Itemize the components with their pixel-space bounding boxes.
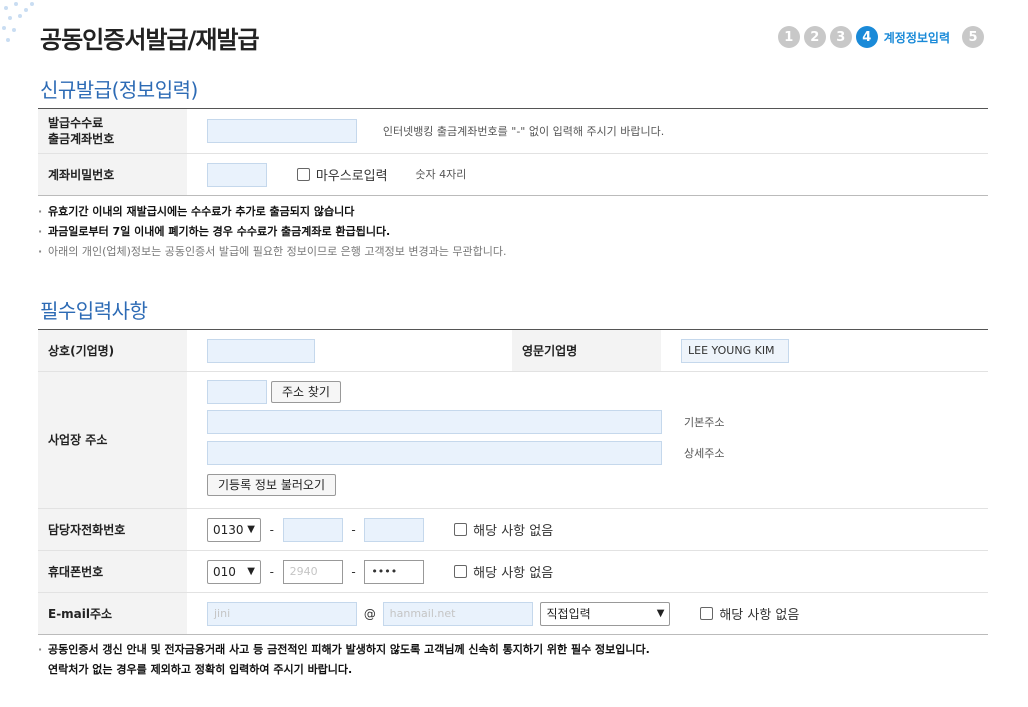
english-name-input[interactable]: LEE YOUNG KIM (681, 338, 789, 363)
business-address-label: 사업장 주소 (38, 371, 187, 509)
mobile-label: 휴대폰번호 (38, 550, 187, 593)
dash: - (269, 564, 274, 579)
section-title-required: 필수입력사항 (40, 299, 148, 323)
fee-account-label: 발급수수료 출금계좌번호 (38, 108, 187, 154)
contact-phone-prefix-value: 0130 (213, 522, 244, 537)
email-id-input[interactable]: jini (207, 601, 357, 626)
email-at: @ (363, 606, 376, 621)
fee-account-hint: 인터넷뱅킹 출금계좌번호를 "-" 없이 입력해 주시기 바랍니다. (382, 124, 665, 138)
contact-phone-label: 담당자전화번호 (38, 508, 187, 551)
email-label: E-mail주소 (38, 592, 187, 635)
contact-phone-none-checkbox[interactable] (454, 523, 468, 536)
mobile-middle-input[interactable]: 2940 (282, 559, 343, 584)
detail-address-input[interactable] (207, 440, 662, 465)
find-address-button[interactable]: 주소 찾기 (271, 381, 341, 403)
footer-note-item-continued: 연락처가 없는 경우를 제외하고 정확히 입력하여 주시기 바랍니다. (48, 663, 353, 676)
section-title-new-issue: 신규발급(정보입력) (40, 78, 198, 102)
contact-phone-prefix-select[interactable]: 0130 ▼ (207, 517, 261, 542)
email-domain-select[interactable]: 직접입력 ▼ (540, 601, 671, 626)
step-indicator: 1 2 3 4 계정정보입력 5 (777, 26, 984, 48)
email-domain-input[interactable]: hanmail.net (382, 601, 533, 626)
account-password-input[interactable] (207, 162, 267, 187)
account-password-label: 계좌비밀번호 (38, 153, 187, 196)
mobile-prefix-select[interactable]: 010 ▼ (207, 559, 261, 584)
footer-note-item: 공동인증서 갱신 안내 및 전자금융거래 사고 등 금전적인 피해가 발생하지 … (38, 640, 650, 660)
email-none-checkbox[interactable] (700, 607, 714, 620)
contact-phone-none-label: 해당 사항 없음 (473, 524, 554, 539)
step-1: 1 (777, 26, 800, 48)
mobile-none-checkbox[interactable] (454, 565, 468, 578)
mobile-prefix-value: 010 (213, 564, 236, 579)
chevron-down-icon: ▼ (656, 607, 665, 619)
load-registered-info-button[interactable]: 기등록 정보 불러오기 (207, 474, 336, 496)
english-name-label: 영문기업명 (512, 329, 661, 372)
step-5: 5 (962, 26, 984, 48)
step-3: 3 (829, 26, 852, 48)
english-name-value: LEE YOUNG KIM (688, 343, 775, 357)
mobile-none-label: 해당 사항 없음 (473, 566, 554, 581)
chevron-down-icon: ▼ (247, 523, 255, 535)
email-domain-select-value: 직접입력 (546, 606, 591, 621)
basic-address-label: 기본주소 (684, 415, 725, 429)
account-info-table: 발급수수료 출금계좌번호 인터넷뱅킹 출금계좌번호를 "-" 없이 입력해 주시… (38, 108, 988, 196)
fee-account-label-line2: 출금계좌번호 (48, 132, 115, 146)
note-item: 아래의 개인(업체)정보는 공동인증서 발급에 필요한 정보이므로 은행 고객정… (38, 242, 506, 262)
password-hint: 숫자 4자리 (415, 168, 467, 181)
required-info-table: 상호(기업명) 영문기업명 LEE YOUNG KIM 사업장 주소 주소 찾기… (38, 329, 988, 635)
contact-phone-last-input[interactable] (364, 517, 425, 542)
dash: - (351, 522, 356, 537)
email-none-label: 해당 사항 없음 (719, 608, 800, 623)
mobile-last-input[interactable]: •••• (364, 559, 425, 584)
contact-phone-middle-input[interactable] (282, 517, 343, 542)
mouse-input-checkbox[interactable] (296, 168, 310, 181)
step-2: 2 (803, 26, 826, 48)
dash: - (269, 522, 274, 537)
footer-notes: 공동인증서 갱신 안내 및 전자금융거래 사고 등 금전적인 피해가 발생하지 … (38, 640, 650, 680)
fee-account-input[interactable] (207, 119, 357, 143)
basic-address-input[interactable] (207, 409, 662, 434)
chevron-down-icon: ▼ (247, 565, 255, 577)
issue-notes: 유효기간 이내의 재발급시에는 수수료가 추가로 출금되지 않습니다 과금일로부… (38, 202, 506, 262)
fee-account-label-line1: 발급수수료 (48, 116, 104, 130)
postcode-input[interactable] (207, 380, 267, 404)
detail-address-label: 상세주소 (684, 446, 725, 460)
dash: - (351, 564, 356, 579)
page-title: 공동인증서발급/재발급 (40, 26, 260, 54)
company-name-label: 상호(기업명) (38, 329, 187, 372)
mouse-input-label: 마우스로입력 (315, 169, 388, 184)
note-item: 과금일로부터 7일 이내에 폐기하는 경우 수수료가 출금계좌로 환급됩니다. (38, 222, 506, 242)
step-4-active: 4 (855, 26, 878, 48)
company-name-input[interactable] (207, 338, 315, 363)
note-item: 유효기간 이내의 재발급시에는 수수료가 추가로 출금되지 않습니다 (38, 202, 506, 222)
active-step-label: 계정정보입력 (883, 30, 950, 45)
